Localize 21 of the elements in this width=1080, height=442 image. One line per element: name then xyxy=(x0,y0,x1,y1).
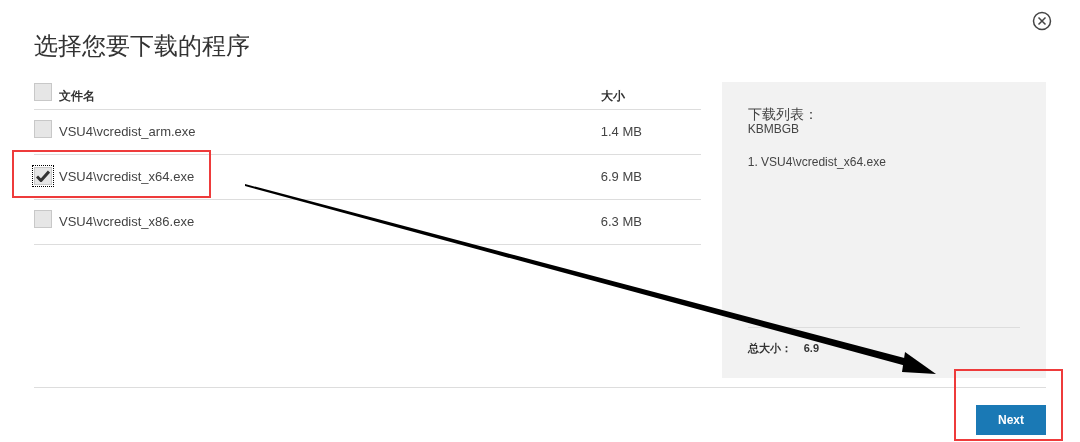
download-item: 1. VSU4\vcredist_x64.exe xyxy=(747,154,887,171)
close-icon[interactable] xyxy=(1032,11,1052,31)
file-size: 6.3 MB xyxy=(600,213,643,232)
checkbox[interactable] xyxy=(34,209,52,228)
file-name: VSU4\vcredist_x86.exe xyxy=(59,213,196,232)
dialog-title: 选择您要下载的程序 xyxy=(34,31,251,62)
checkbox[interactable] xyxy=(34,83,52,101)
next-button[interactable]: Next xyxy=(976,405,1046,435)
checkbox[interactable] xyxy=(34,167,52,185)
total-label: 总大小： xyxy=(747,340,792,356)
file-name: VSU4\vcredist_x64.exe xyxy=(59,168,196,187)
checkmark-icon xyxy=(36,170,50,182)
summary-heading: 下载列表： xyxy=(747,107,819,122)
summary-subheading: KBMBGB xyxy=(747,122,801,136)
file-size: 6.9 MB xyxy=(600,168,643,187)
file-name: VSU4\vcredist_arm.exe xyxy=(59,123,197,142)
column-header: 文件名 xyxy=(59,87,96,105)
total-value: 6.9 xyxy=(803,340,820,356)
column-header: 大小 xyxy=(600,87,626,105)
checkbox[interactable] xyxy=(34,119,52,138)
file-size: 1.4 MB xyxy=(600,123,643,142)
